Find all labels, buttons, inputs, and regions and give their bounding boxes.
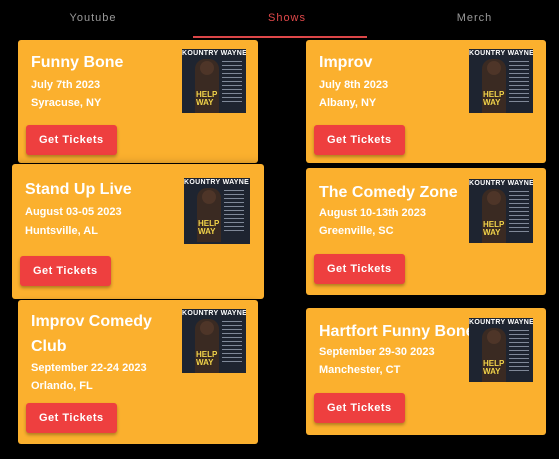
poster-title: KOUNTRY WAYNE: [469, 180, 533, 187]
show-poster-image: KOUNTRY WAYNE HELP WAY: [182, 309, 246, 373]
show-city: Greenville, SC: [319, 225, 394, 237]
show-date: August 10-13th 2023: [319, 207, 426, 219]
poster-subtitle: HELP WAY: [483, 359, 505, 376]
show-city: Manchester, CT: [319, 364, 401, 376]
show-date: July 7th 2023: [31, 79, 101, 91]
get-tickets-button[interactable]: Get Tickets: [26, 403, 117, 433]
show-date: September 22-24 2023: [31, 362, 147, 374]
tab-shows[interactable]: Shows: [193, 0, 381, 36]
poster-subtitle: HELP WAY: [196, 350, 218, 367]
show-poster-image: KOUNTRY WAYNE HELP WAY: [469, 318, 533, 382]
venue-name: The Comedy Zone: [319, 184, 458, 201]
show-city: Syracuse, NY: [31, 97, 102, 109]
show-card: Improv July 8th 2023 Albany, NY Get Tick…: [306, 40, 546, 163]
venue-name: Hartfort Funny Bone: [319, 323, 475, 340]
active-tab-indicator: [193, 36, 367, 38]
get-tickets-button[interactable]: Get Tickets: [26, 125, 117, 155]
poster-subtitle: HELP WAY: [483, 90, 505, 107]
get-tickets-button[interactable]: Get Tickets: [314, 254, 405, 284]
poster-subtitle: HELP WAY: [196, 90, 218, 107]
show-card: The Comedy Zone August 10-13th 2023 Gree…: [306, 168, 546, 295]
poster-title: KOUNTRY WAYNE: [182, 310, 246, 317]
poster-title: KOUNTRY WAYNE: [469, 50, 533, 57]
get-tickets-button[interactable]: Get Tickets: [314, 125, 405, 155]
venue-name: Improv: [319, 54, 373, 71]
tab-bar: Youtube Shows Merch: [0, 0, 559, 38]
poster-title: KOUNTRY WAYNE: [469, 319, 533, 326]
tab-youtube[interactable]: Youtube: [0, 0, 186, 36]
show-card: Funny Bone July 7th 2023 Syracuse, NY Ge…: [18, 40, 258, 163]
show-date: August 03-05 2023: [25, 206, 122, 218]
poster-title: KOUNTRY WAYNE: [182, 50, 246, 57]
show-city: Orlando, FL: [31, 380, 93, 392]
show-card: Hartfort Funny Bone September 29-30 2023…: [306, 308, 546, 435]
venue-name: Improv Comedy Club: [31, 313, 152, 355]
show-city: Albany, NY: [319, 97, 377, 109]
show-poster-image: KOUNTRY WAYNE HELP WAY: [469, 49, 533, 113]
poster-subtitle: HELP WAY: [198, 219, 220, 236]
show-poster-image: KOUNTRY WAYNE HELP WAY: [469, 179, 533, 243]
get-tickets-button[interactable]: Get Tickets: [314, 393, 405, 423]
show-poster-image: KOUNTRY WAYNE HELP WAY: [182, 49, 246, 113]
show-card: Improv Comedy Club September 22-24 2023 …: [18, 300, 258, 444]
poster-title: KOUNTRY WAYNE: [184, 179, 250, 186]
show-card: Stand Up Live August 03-05 2023 Huntsvil…: [12, 164, 264, 299]
show-date: September 29-30 2023: [319, 346, 435, 358]
show-date: July 8th 2023: [319, 79, 389, 91]
poster-subtitle: HELP WAY: [483, 220, 505, 237]
show-city: Huntsville, AL: [25, 225, 98, 237]
get-tickets-button[interactable]: Get Tickets: [20, 256, 111, 286]
venue-name: Funny Bone: [31, 54, 124, 71]
venue-name: Stand Up Live: [25, 181, 132, 198]
show-poster-image: KOUNTRY WAYNE HELP WAY: [184, 178, 250, 244]
tab-merch[interactable]: Merch: [390, 0, 559, 36]
